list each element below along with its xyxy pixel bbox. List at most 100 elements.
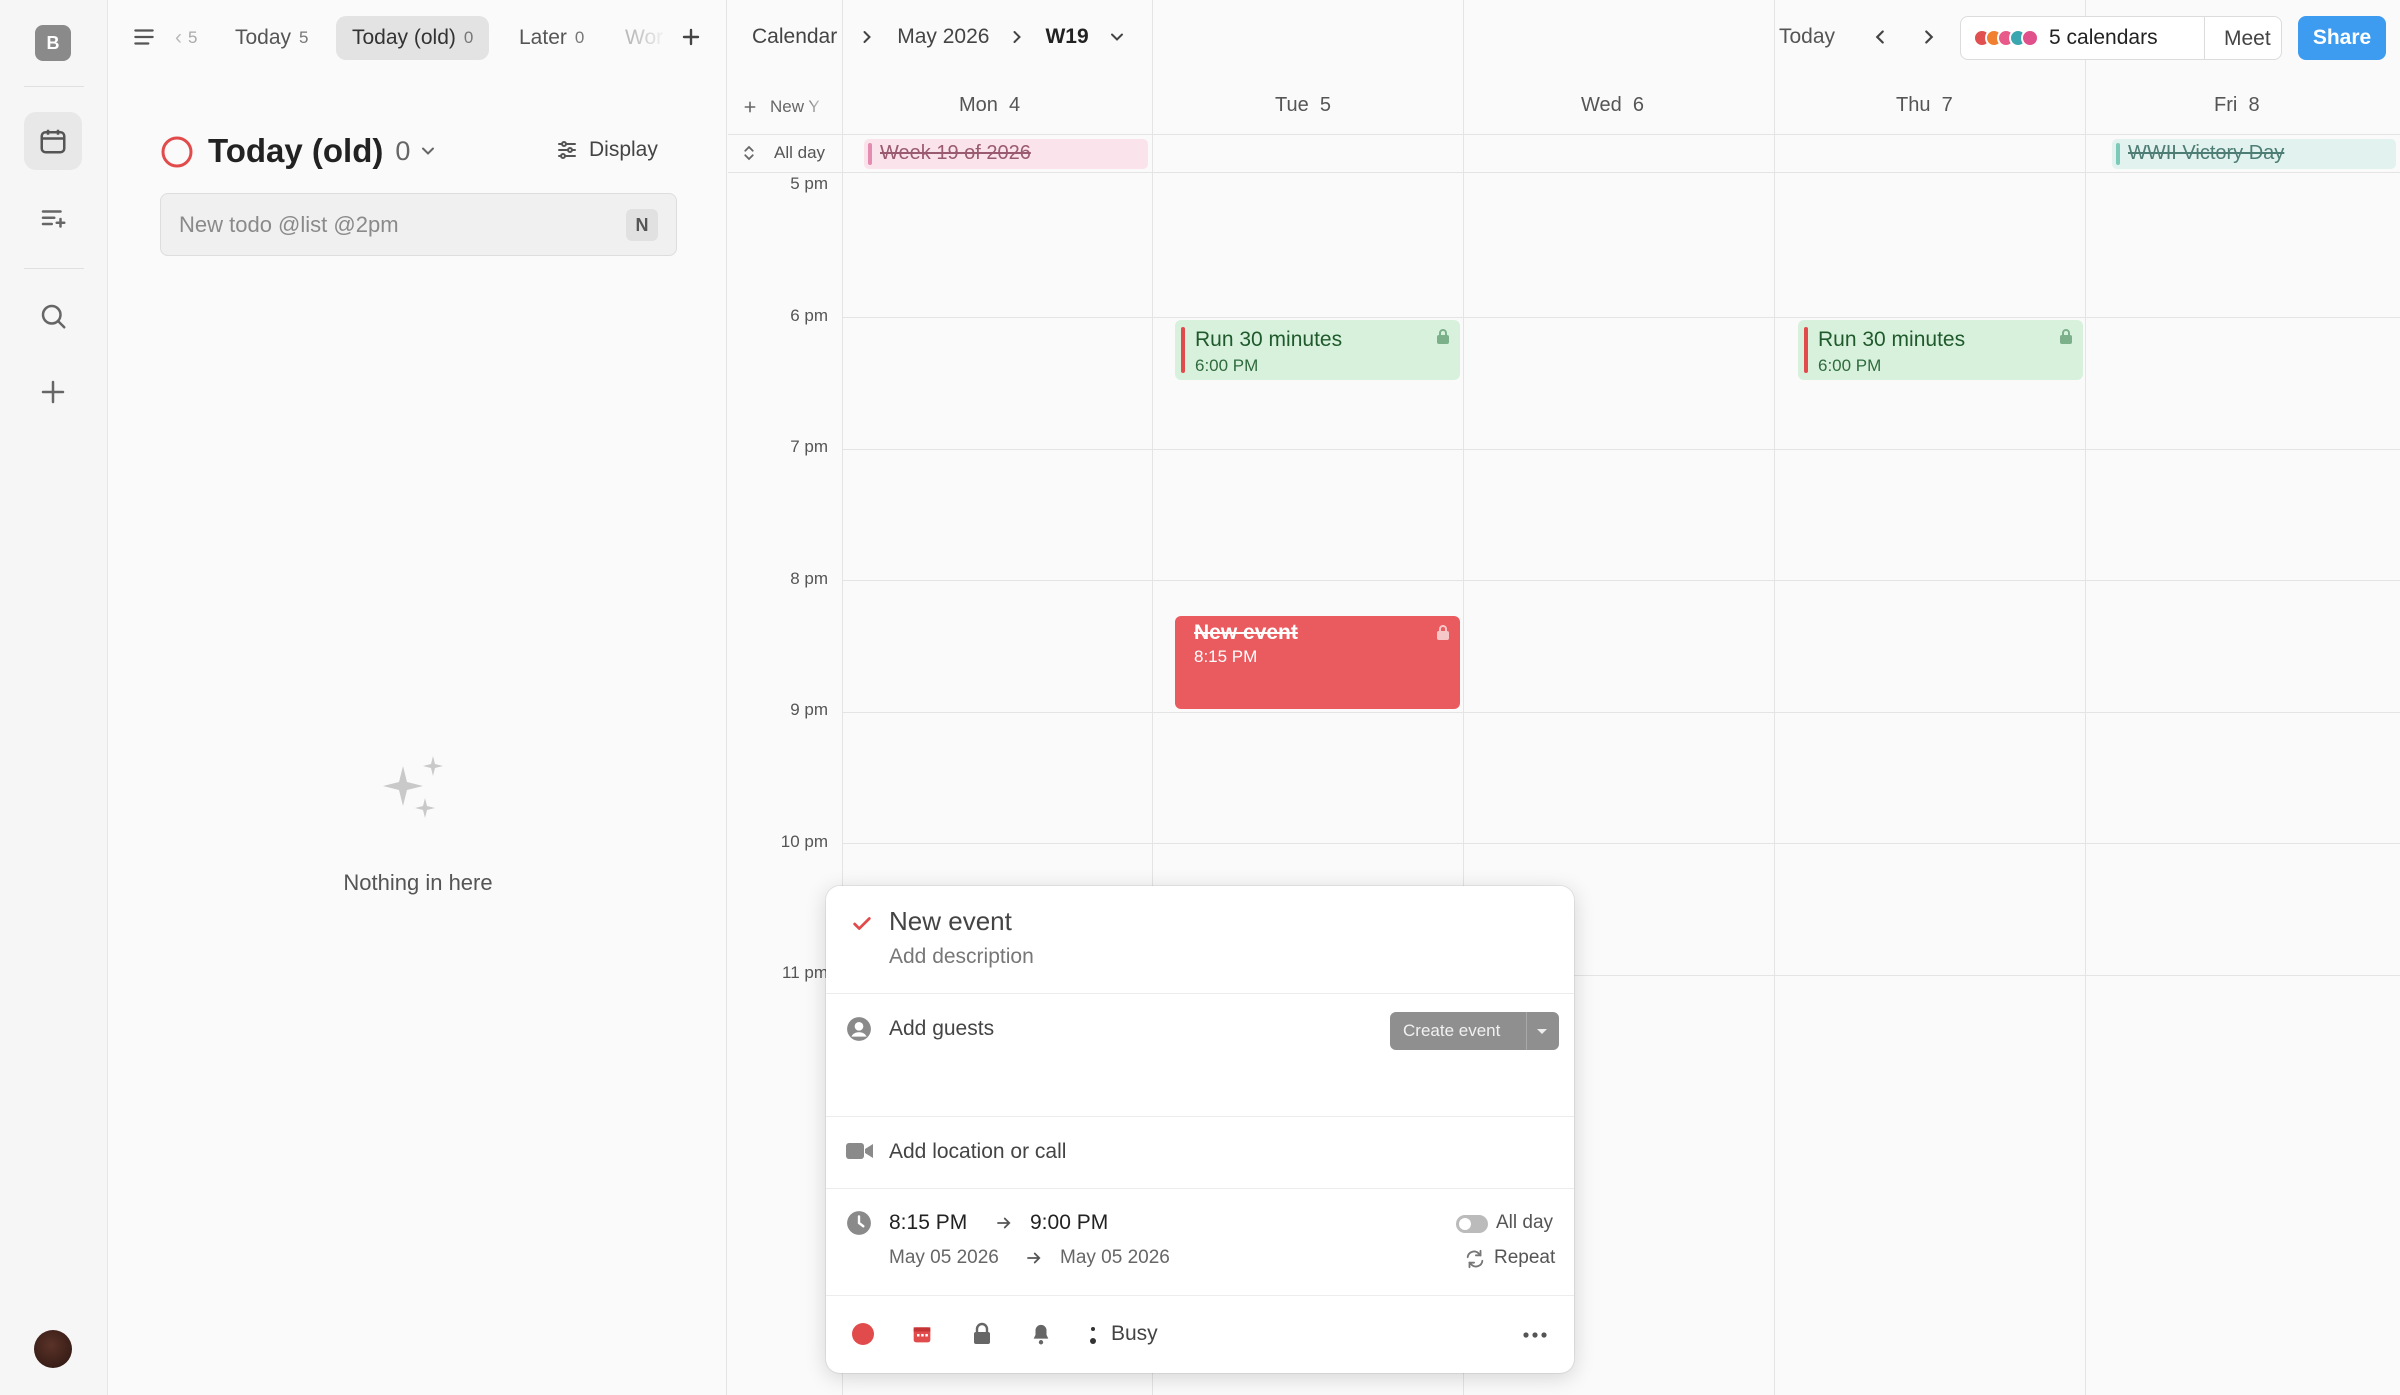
next-week-icon[interactable] <box>1918 26 1940 48</box>
end-date[interactable]: May 05 2026 <box>1060 1247 1170 1269</box>
empty-state-text: Nothing in here <box>343 870 493 895</box>
allday-event-victory[interactable]: WWII Victory Day <box>2112 139 2396 169</box>
allday-event-week[interactable]: Week 19 of 2026 <box>864 139 1148 169</box>
allday-divider <box>728 172 2400 173</box>
divider <box>1526 1012 1527 1050</box>
lock-icon[interactable] <box>972 1322 992 1344</box>
sliders-icon <box>555 138 579 162</box>
search-button[interactable] <box>24 287 82 345</box>
start-time[interactable]: 8:15 PM <box>889 1211 967 1235</box>
prev-week-icon[interactable] <box>1869 26 1891 48</box>
tab-count: 5 <box>299 28 309 47</box>
day-header-wed[interactable]: Wed 6 <box>1581 94 1644 117</box>
list-title: Today (old) <box>208 132 384 169</box>
repeat-label[interactable]: Repeat <box>1494 1247 1555 1269</box>
allday-toggle[interactable]: All day <box>740 142 825 164</box>
day-header-fri[interactable]: Fri 8 <box>2214 94 2260 117</box>
breadcrumb-calendar[interactable]: Calendar <box>752 25 837 49</box>
divider <box>826 1295 1574 1296</box>
lock-icon <box>2059 328 2073 344</box>
breadcrumb-week[interactable]: W19 <box>1045 25 1088 49</box>
tab-later[interactable]: Later 0 <box>503 16 600 60</box>
tab-overflow-left[interactable]: ‹ 5 <box>169 16 203 60</box>
hour-label: 10 pm <box>780 832 828 851</box>
arrow-right-icon <box>995 1214 1013 1232</box>
chevron-down-icon[interactable] <box>418 141 438 161</box>
event-title-input[interactable]: New event <box>889 906 1012 937</box>
display-button[interactable]: Display <box>555 134 658 166</box>
switcher-divider <box>2204 17 2205 59</box>
repeat-icon[interactable] <box>1464 1248 1486 1270</box>
tab-count: 5 <box>188 28 198 47</box>
end-time[interactable]: 9:00 PM <box>1030 1211 1108 1235</box>
allday-label: All day <box>774 143 826 162</box>
tab-work[interactable]: Wor <box>609 16 669 60</box>
hour-label: 8 pm <box>790 569 828 588</box>
add-location-input[interactable]: Add location or call <box>889 1140 1066 1164</box>
calendar-nav-button[interactable] <box>24 112 82 170</box>
hour-line <box>842 449 2400 450</box>
divider <box>826 1116 1574 1117</box>
tab-count: 0 <box>574 28 585 47</box>
new-todo-input[interactable]: New todo @list @2pm N <box>160 193 677 256</box>
event-title: WWII Victory Day <box>2128 142 2285 164</box>
create-event-button[interactable]: Create event <box>1390 1012 1559 1050</box>
day-header-thu[interactable]: Thu 7 <box>1896 94 1953 117</box>
add-button[interactable] <box>24 363 82 421</box>
hour-label: 6 pm <box>790 306 828 325</box>
event-title: Week 19 of 2026 <box>880 142 1031 164</box>
todos-nav-button[interactable] <box>24 190 82 248</box>
plus-icon <box>38 377 68 407</box>
hour-label: 7 pm <box>790 437 828 456</box>
caret-down-icon[interactable] <box>1534 1023 1550 1039</box>
lock-icon <box>1436 328 1450 344</box>
bell-icon[interactable] <box>1030 1322 1052 1346</box>
today-button[interactable]: Today <box>1779 25 1835 49</box>
day-column-thu[interactable] <box>1774 0 1775 1395</box>
event-run-tue[interactable]: Run 30 minutes 6:00 PM <box>1175 320 1460 380</box>
create-event-label: Create event <box>1403 1021 1501 1040</box>
add-tab-button[interactable] <box>679 25 703 49</box>
tab-label: Wor <box>625 26 664 49</box>
allday-toggle-switch[interactable] <box>1456 1215 1488 1233</box>
menu-icon[interactable] <box>131 24 157 50</box>
list-status-circle-icon[interactable] <box>160 135 194 169</box>
share-button[interactable]: Share <box>2298 16 2386 60</box>
breadcrumb-month[interactable]: May 2026 <box>897 25 989 49</box>
workspace-avatar[interactable]: B <box>35 25 71 61</box>
clock-icon <box>846 1210 872 1236</box>
start-date[interactable]: May 05 2026 <box>889 1247 999 1269</box>
more-options-icon[interactable] <box>1523 1332 1547 1338</box>
divider <box>826 1188 1574 1189</box>
calendar-switcher: 5 calendars Meet <box>1960 16 2282 60</box>
hour-label: 9 pm <box>790 700 828 719</box>
day-header-tue[interactable]: Tue 5 <box>1275 94 1331 117</box>
new-event-label: New Y <box>770 97 820 116</box>
event-color-bar <box>1804 327 1808 373</box>
description-input[interactable]: Add description <box>889 945 1034 969</box>
tab-today[interactable]: Today 5 <box>219 16 325 60</box>
new-todo-placeholder: New todo @list @2pm <box>179 212 399 237</box>
day-column-fri[interactable] <box>2085 0 2086 1395</box>
rail-divider <box>24 268 84 269</box>
add-guests-input[interactable]: Add guests <box>889 1017 994 1041</box>
event-run-thu[interactable]: Run 30 minutes 6:00 PM <box>1798 320 2083 380</box>
day-header-mon[interactable]: Mon 4 <box>959 94 1020 117</box>
hour-label: 5 pm <box>790 174 828 193</box>
event-editor-popover: New event Add description Add guests Cre… <box>826 886 1574 1373</box>
checkmark-icon[interactable] <box>851 913 873 935</box>
new-event-button[interactable]: New Y <box>742 96 828 118</box>
tab-label: Later <box>519 26 567 49</box>
tab-count: 0 <box>463 28 474 47</box>
event-title: Run 30 minutes <box>1195 328 1343 351</box>
calendars-button[interactable]: 5 calendars <box>1973 17 2158 59</box>
user-avatar[interactable] <box>34 1330 72 1368</box>
tab-today-old[interactable]: Today (old) 0 <box>336 16 490 60</box>
event-new-tue[interactable]: New event 8:15 PM <box>1175 616 1460 709</box>
chevron-down-icon[interactable] <box>1107 27 1127 47</box>
event-color-swatch[interactable] <box>852 1323 874 1345</box>
calendar-icon[interactable] <box>912 1324 932 1344</box>
busy-status-button[interactable]: Busy <box>1111 1322 1158 1346</box>
meet-button[interactable]: Meet <box>2224 27 2271 51</box>
hour-line <box>842 712 2400 713</box>
